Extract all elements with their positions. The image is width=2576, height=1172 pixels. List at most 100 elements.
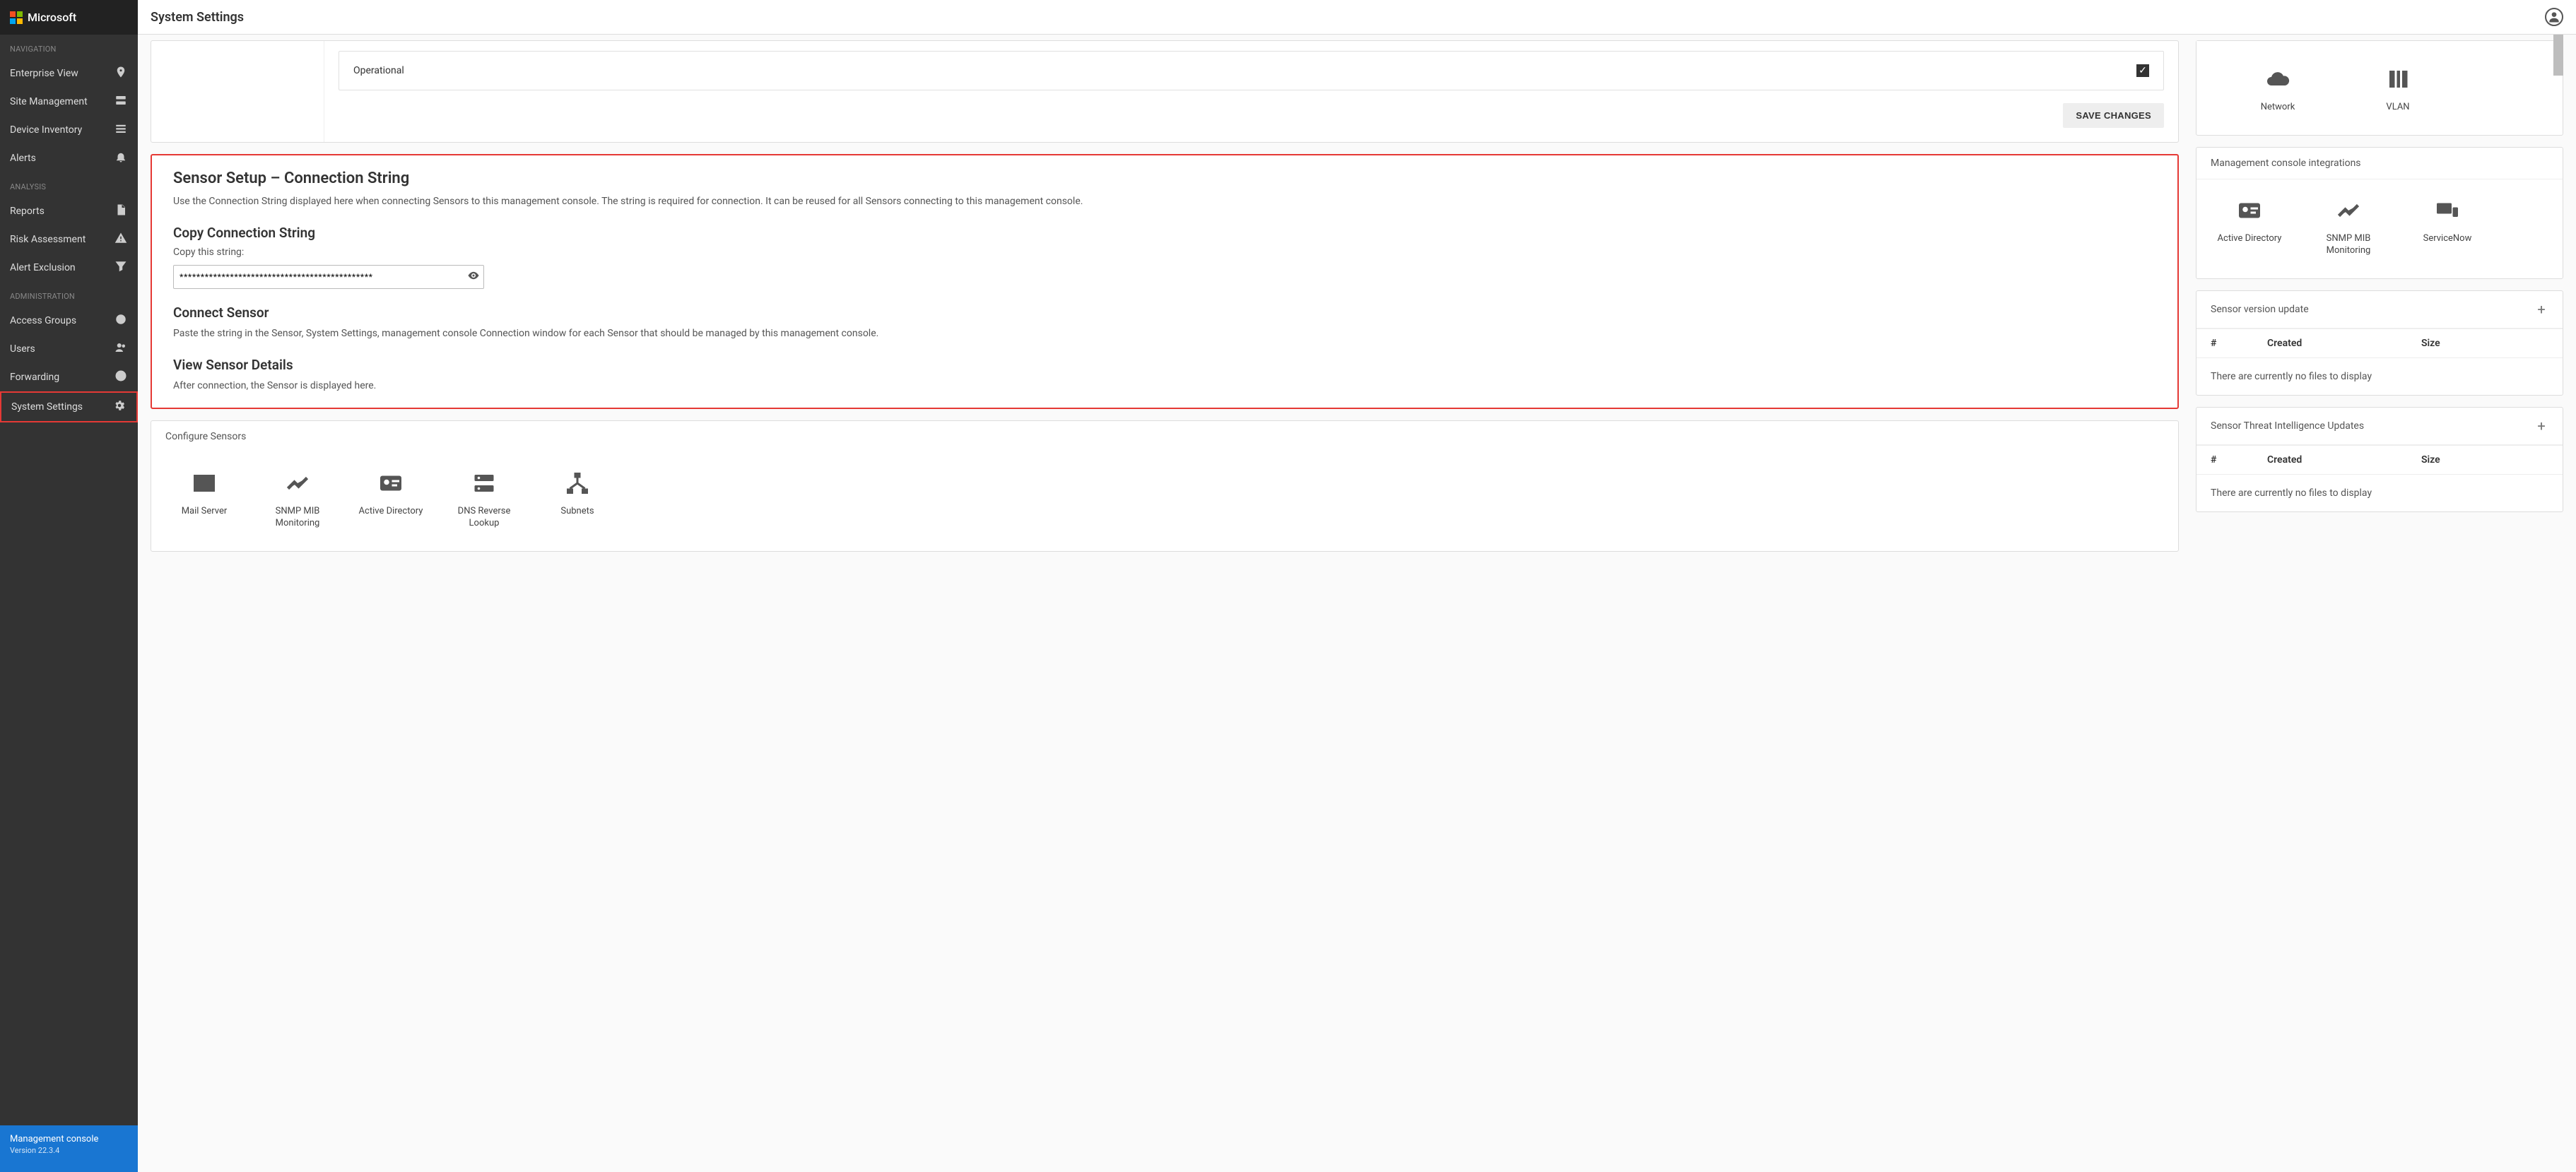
tile-label: Subnets [560,506,594,518]
tile-dns-reverse[interactable]: DNS Reverse Lookup [445,469,523,530]
tile-snmp-mib[interactable]: SNMP MIB Monitoring [259,469,336,530]
tile-active-directory[interactable]: Active Directory [352,469,430,530]
sensor-setup-title: Sensor Setup – Connection String [173,170,2156,187]
tile-int-active-directory[interactable]: Active Directory [2211,196,2288,257]
col-num: # [2211,338,2267,349]
nav-section-administration: ADMINISTRATION [0,282,138,307]
brand-name: Microsoft [28,11,76,24]
id-card-icon [374,469,408,497]
sensor-setup-desc: Use the Connection String displayed here… [173,194,2156,209]
tile-label: Network [2261,102,2295,114]
sensor-version-card: Sensor version update + # Created Size T… [2196,290,2563,396]
operational-label: Operational [353,65,404,76]
configure-sensors-header: Configure Sensors [165,431,246,442]
tile-label: SNMP MIB Monitoring [2310,233,2387,257]
empty-state: There are currently no files to display [2196,475,2563,511]
table-header: # Created Size [2196,328,2563,358]
sidebar-item-label: Forwarding [10,372,59,383]
sidebar-item-access-groups[interactable]: Access Groups [0,307,138,335]
sidebar-item-label: System Settings [11,401,83,413]
chart-line-icon [281,469,314,497]
threat-intel-card: Sensor Threat Intelligence Updates + # C… [2196,407,2563,512]
list-icon [114,122,128,138]
topbar: System Settings [138,0,2576,35]
sidebar-item-label: Device Inventory [10,124,82,136]
connection-string-input[interactable] [173,265,484,289]
server-icon [114,94,128,109]
tile-mail-server[interactable]: Mail Server [165,469,243,530]
tile-label: VLAN [2386,102,2409,114]
sidebar-item-system-settings[interactable]: System Settings [0,391,138,422]
sidebar-item-risk-assessment[interactable]: Risk Assessment [0,225,138,254]
tile-label: Mail Server [182,506,228,518]
users-icon [114,341,128,357]
tile-int-snmp[interactable]: SNMP MIB Monitoring [2310,196,2387,257]
add-threat-intel-button[interactable]: + [2534,418,2548,434]
tile-label: Active Directory [2218,233,2282,245]
tile-int-servicenow[interactable]: ServiceNow [2409,196,2486,257]
operational-card: Operational ✓ SAVE CHANGES [151,40,2179,143]
gear-icon [112,399,127,415]
view-sensor-desc: After connection, the Sensor is displaye… [173,379,2156,393]
brand-bar: Microsoft [0,0,138,35]
sidebar-item-forwarding[interactable]: Forwarding [0,363,138,391]
globe-group-icon [114,313,128,328]
filter-icon [114,260,128,276]
warning-triangle-icon [114,232,128,247]
col-created: Created [2267,454,2421,466]
nav-section-navigation: NAVIGATION [0,35,138,59]
col-size: Size [2421,454,2548,466]
sidebar-item-label: Enterprise View [10,68,78,79]
footer-version: Version 22.3.4 [10,1146,128,1155]
col-size: Size [2421,338,2548,349]
threat-intel-header: Sensor Threat Intelligence Updates [2211,420,2364,432]
right-column: Network VLAN Management console integrat… [2196,35,2563,1159]
microsoft-logo-icon [10,11,23,24]
network-card: Network VLAN [2196,40,2563,136]
chart-line-icon [2331,196,2365,225]
footer-title: Management console [10,1134,128,1144]
sidebar-item-users[interactable]: Users [0,335,138,363]
configure-sensors-card: Configure Sensors Mail Server SNMP MIB M… [151,420,2179,552]
devices-icon [2430,196,2464,225]
tile-vlan[interactable]: VLAN [2359,65,2437,114]
dns-icon [467,469,501,497]
clock-icon [114,369,128,385]
sidebar-item-device-inventory[interactable]: Device Inventory [0,116,138,144]
sidebar-item-alerts[interactable]: Alerts [0,144,138,172]
sidebar-footer: Management console Version 22.3.4 [0,1125,138,1172]
tile-label: DNS Reverse Lookup [445,506,523,530]
copy-conn-title: Copy Connection String [173,225,2156,241]
location-pin-icon [114,66,128,81]
sidebar-item-enterprise-view[interactable]: Enterprise View [0,59,138,88]
sidebar-item-reports[interactable]: Reports [0,197,138,225]
sensor-version-header: Sensor version update [2211,304,2309,315]
tile-subnets[interactable]: Subnets [539,469,616,530]
mail-icon [187,469,221,497]
sidebar-item-alert-exclusion[interactable]: Alert Exclusion [0,254,138,282]
integrations-card: Management console integrations Active D… [2196,147,2563,279]
save-changes-button[interactable]: SAVE CHANGES [2063,103,2164,128]
sidebar-item-label: Risk Assessment [10,234,86,245]
user-avatar-button[interactable] [2545,8,2563,26]
tile-label: Active Directory [359,506,423,518]
document-icon [114,203,128,219]
operational-row: Operational ✓ [339,51,2164,90]
tile-network[interactable]: Network [2239,65,2317,114]
sidebar: Microsoft NAVIGATION Enterprise View Sit… [0,0,138,1172]
sidebar-item-label: Access Groups [10,315,76,326]
sidebar-item-site-management[interactable]: Site Management [0,88,138,116]
network-topology-icon [560,469,594,497]
add-sensor-version-button[interactable]: + [2534,301,2548,318]
col-num: # [2211,454,2267,466]
table-header: # Created Size [2196,445,2563,475]
col-created: Created [2267,338,2421,349]
nav-section-analysis: ANALYSIS [0,172,138,197]
id-card-icon [2233,196,2266,225]
connect-sensor-title: Connect Sensor [173,304,2156,321]
cloud-icon [2261,65,2295,93]
reveal-password-icon[interactable] [467,269,480,285]
operational-checkbox[interactable]: ✓ [2136,64,2149,77]
columns-icon [2381,65,2415,93]
tile-label: ServiceNow [2423,233,2472,245]
